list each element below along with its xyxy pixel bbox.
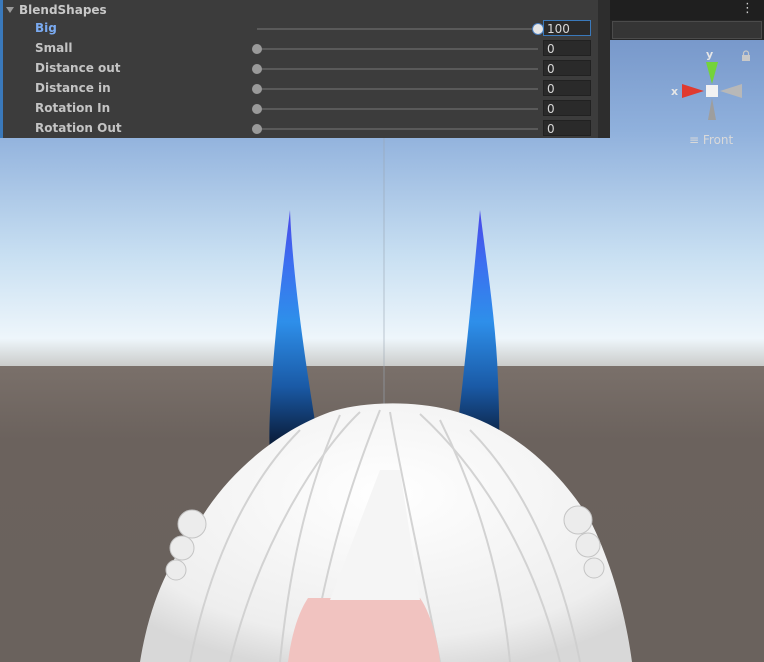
search-field[interactable]	[612, 21, 762, 39]
gizmo-y-label: y	[706, 48, 713, 61]
blendshape-slider-thumb[interactable]	[252, 84, 262, 94]
blendshape-row: Small 0	[0, 39, 600, 59]
face-skin	[288, 598, 440, 662]
blendshape-value-field[interactable]: 0	[543, 40, 591, 56]
blendshape-slider-track[interactable]	[257, 88, 538, 90]
blendshape-row: Rotation Out 0	[0, 119, 600, 139]
blendshapes-foldout[interactable]: BlendShapes	[6, 1, 107, 19]
blendshape-value-field[interactable]: 100	[543, 20, 591, 36]
blendshape-label: Rotation Out	[35, 121, 122, 135]
view-mode-text: Front	[702, 133, 734, 147]
blendshape-slider-thumb[interactable]	[252, 64, 262, 74]
blendshape-value-field[interactable]: 0	[543, 60, 591, 76]
blendshape-label: Small	[35, 41, 73, 55]
view-mode-label[interactable]: ≡ Front	[689, 133, 733, 147]
blendshape-label: Distance in	[35, 81, 111, 95]
search-strip	[610, 20, 764, 40]
blendshape-slider-track[interactable]	[257, 48, 538, 50]
blendshape-slider-thumb[interactable]	[252, 124, 262, 134]
section-title: BlendShapes	[19, 3, 107, 17]
scene-toolbar: ⋮	[610, 0, 764, 20]
kebab-icon[interactable]: ⋮	[741, 1, 754, 16]
blendshape-row: Distance out 0	[0, 59, 600, 79]
blendshape-row: Distance in 0	[0, 79, 600, 99]
blendshape-slider-thumb[interactable]	[252, 44, 262, 54]
blendshape-slider-thumb[interactable]	[252, 104, 262, 114]
blendshape-label: Distance out	[35, 61, 121, 75]
blendshape-row: Rotation In 0	[0, 99, 600, 119]
blendshape-slider-track[interactable]	[257, 128, 538, 130]
blendshape-label: Rotation In	[35, 101, 111, 115]
blendshapes-inspector: BlendShapes Big 100 Small 0 Distance out 0 Dis…	[0, 0, 601, 138]
foldout-triangle-icon	[6, 7, 14, 13]
blendshape-slider-track[interactable]	[257, 68, 538, 70]
blendshape-slider-track[interactable]	[257, 28, 538, 30]
blendshape-slider-track[interactable]	[257, 108, 538, 110]
blendshape-value-field[interactable]: 0	[543, 100, 591, 116]
blendshape-row: Big 100	[0, 19, 600, 39]
blendshape-value-field[interactable]: 0	[543, 80, 591, 96]
gizmo-center-cube	[706, 85, 718, 97]
panel-scrollbar[interactable]	[598, 0, 610, 138]
blendshape-value-field[interactable]: 0	[543, 120, 591, 136]
gizmo-x-label: x	[671, 85, 678, 98]
gizmo-neg-y-cone-icon	[708, 98, 716, 120]
blendshape-slider-thumb[interactable]	[533, 24, 543, 34]
gizmo-y-cone-icon	[706, 62, 718, 84]
gizmo-neg-x-cone-icon	[720, 84, 742, 98]
gizmo-x-cone-icon	[682, 84, 704, 98]
blendshape-label: Big	[35, 21, 57, 35]
